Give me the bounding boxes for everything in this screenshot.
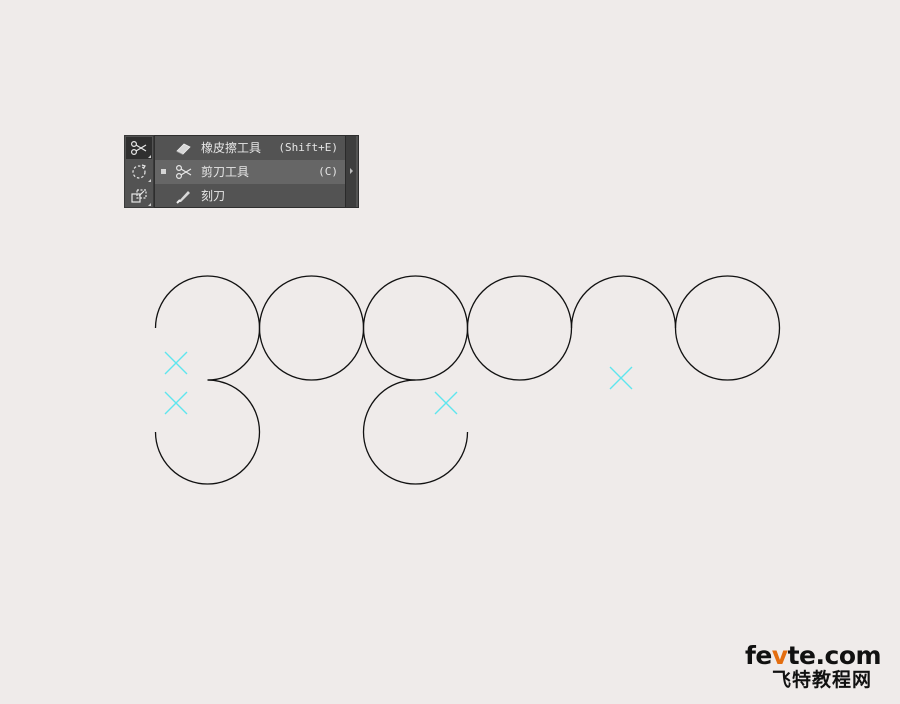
circle-path-3[interactable] <box>362 275 469 381</box>
watermark-domain-accent: v <box>771 641 788 670</box>
cut-marker <box>164 351 188 375</box>
circle-path-1[interactable] <box>154 275 261 381</box>
lower-arc-path-3[interactable] <box>362 379 469 485</box>
circle-path-2[interactable] <box>258 275 365 381</box>
artboard-canvas[interactable] <box>0 0 900 704</box>
watermark-subtitle: 飞特教程网 <box>771 669 872 691</box>
site-watermark: fevte.com 飞特教程网 <box>738 643 888 692</box>
circle-path-5-top[interactable] <box>570 275 677 329</box>
lower-arc-path-1[interactable] <box>154 379 261 485</box>
watermark-domain-part: te.com <box>787 641 882 670</box>
cut-marker <box>609 366 633 390</box>
watermark-domain: fevte.com <box>738 643 888 669</box>
circle-path-6[interactable] <box>674 275 781 381</box>
cut-marker <box>164 391 188 415</box>
watermark-domain-part: fe <box>744 641 772 670</box>
circle-paths <box>154 275 781 485</box>
circle-path-4[interactable] <box>466 275 573 381</box>
cut-marker <box>434 391 458 415</box>
